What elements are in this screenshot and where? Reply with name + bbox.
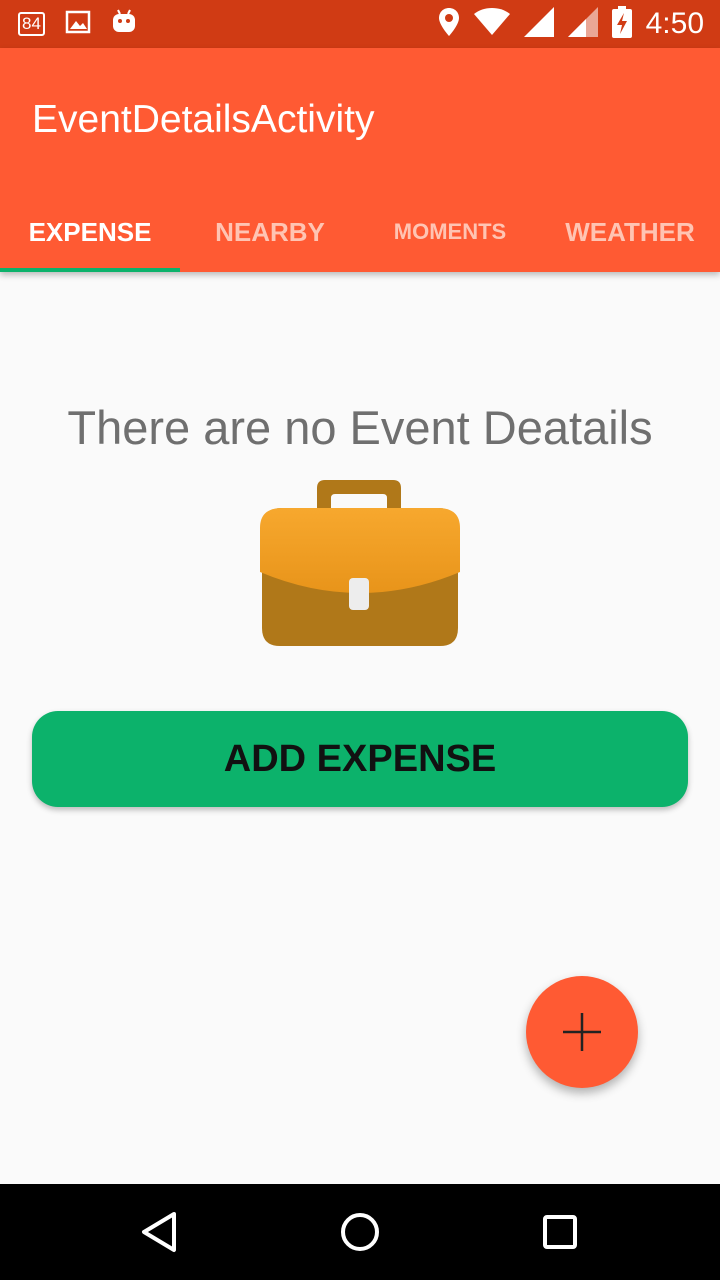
status-bar-right: 4:50 [438,4,704,44]
tab-label: MOMENTS [393,219,507,244]
page-title: EventDetailsActivity [32,98,375,141]
status-bar-left: 84 [18,8,137,40]
clock: 4:50 [645,7,704,40]
add-expense-label: ADD EXPENSE [223,737,497,780]
tab-label: NEARBY [215,216,325,247]
battery-charging-icon [611,6,632,42]
tab-bar: EXPENSE NEARBY MOMENTS WEATHER [0,192,720,272]
tab-moments[interactable]: MOMENTS [360,192,540,272]
back-icon [142,1212,176,1252]
tab-label: WEATHER [565,216,695,247]
app-bar: EventDetailsActivity EXPENSE NEARBY MOME… [0,48,720,272]
wifi-icon [473,8,510,40]
tab-weather[interactable]: WEATHER [540,192,720,272]
add-expense-button[interactable]: ADD EXPENSE [32,711,688,807]
home-button[interactable] [330,1202,390,1262]
briefcase-icon [258,478,462,650]
recents-icon [543,1215,577,1249]
android-icon [111,8,137,40]
battery-badge-text: 84 [22,14,41,33]
back-button[interactable] [130,1202,190,1262]
navigation-bar [0,1184,720,1280]
battery-notification-icon: 84 [18,12,45,36]
tab-indicator [0,268,180,272]
plus-icon [563,1013,601,1051]
location-icon [438,7,460,41]
add-fab-button[interactable] [526,976,638,1088]
tab-label: EXPENSE [28,216,152,247]
home-icon [341,1213,379,1251]
tab-nearby[interactable]: NEARBY [180,192,360,272]
tab-expense[interactable]: EXPENSE [0,192,180,272]
signal-icon [567,7,598,41]
status-bar: 84 4:50 [0,0,720,48]
empty-state-message: There are no Event Deatails [67,401,653,454]
image-icon [65,9,91,39]
signal-icon [523,7,554,41]
recents-button[interactable] [530,1202,590,1262]
